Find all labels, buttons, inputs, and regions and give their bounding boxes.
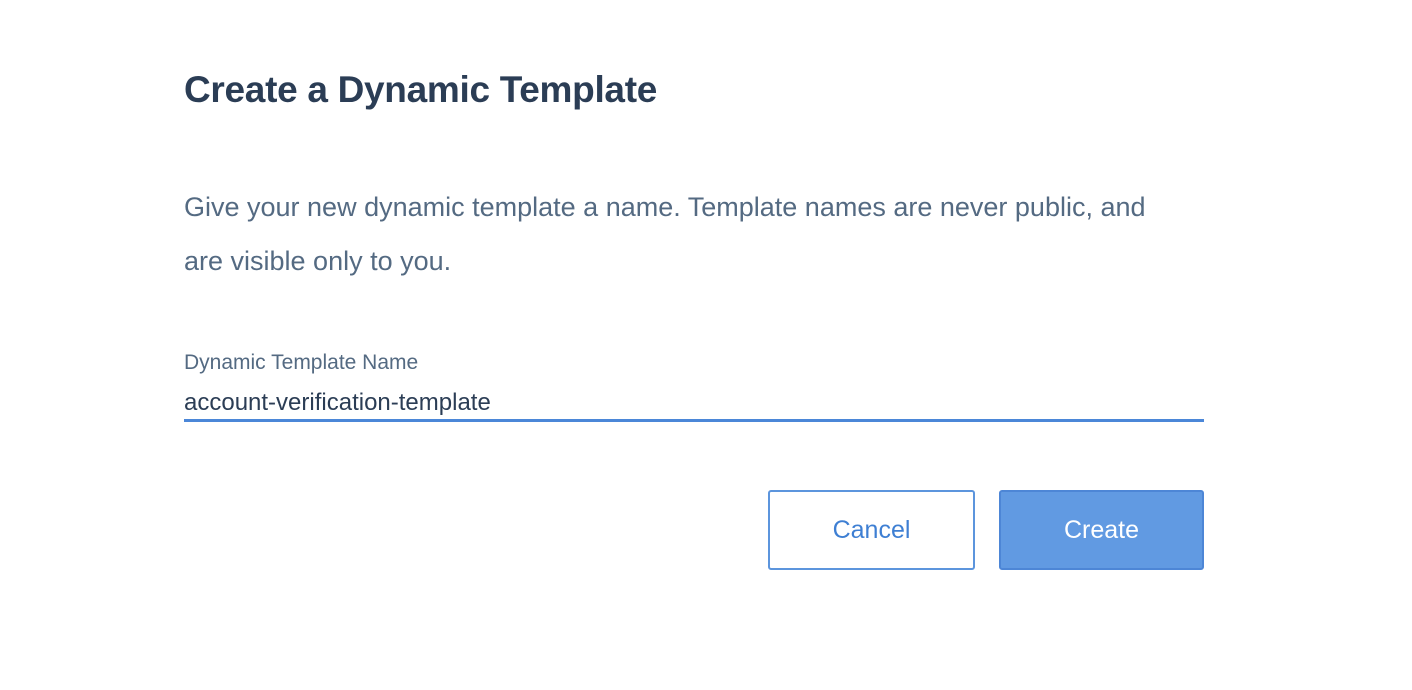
dialog-description: Give your new dynamic template a name. T…: [184, 192, 1146, 276]
template-name-input[interactable]: [184, 386, 1204, 422]
create-template-dialog: Create a Dynamic Template Give your new …: [0, 0, 1412, 690]
dialog-actions: Cancel Create: [768, 490, 1204, 570]
dialog-title: Create a Dynamic Template: [184, 69, 658, 110]
create-button[interactable]: Create: [999, 490, 1204, 570]
template-name-label: Dynamic Template Name: [184, 351, 419, 374]
cancel-button[interactable]: Cancel: [768, 490, 975, 570]
template-name-field: Dynamic Template Name: [184, 348, 1204, 422]
